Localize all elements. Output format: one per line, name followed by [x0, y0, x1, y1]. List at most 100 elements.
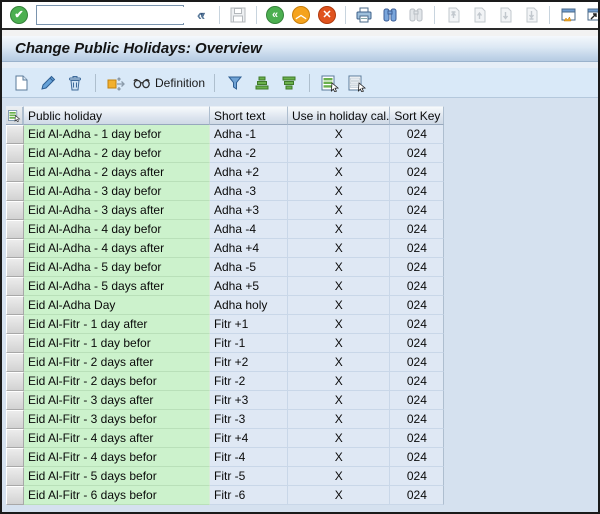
cell-short-text[interactable]: Adha +5	[210, 277, 288, 296]
cell-short-text[interactable]: Adha -4	[210, 220, 288, 239]
row-selector[interactable]	[6, 239, 24, 258]
cell-public-holiday[interactable]: Eid Al-Adha Day	[24, 296, 210, 315]
new-session-button[interactable]	[557, 4, 579, 26]
row-selector[interactable]	[6, 353, 24, 372]
cell-public-holiday[interactable]: Eid Al-Fitr - 4 days after	[24, 429, 210, 448]
row-selector[interactable]	[6, 144, 24, 163]
choose-detail-button[interactable]	[105, 72, 127, 94]
create-button[interactable]	[10, 72, 32, 94]
first-page-button[interactable]	[442, 4, 464, 26]
column-header-short-text[interactable]: Short text	[210, 106, 288, 125]
set-filter-button[interactable]	[224, 72, 246, 94]
next-page-button[interactable]	[494, 4, 516, 26]
cell-public-holiday[interactable]: Eid Al-Adha - 5 day befor	[24, 258, 210, 277]
command-input[interactable]	[37, 7, 198, 23]
cell-public-holiday[interactable]: Eid Al-Adha - 5 days after	[24, 277, 210, 296]
cell-use-in-holiday-cal[interactable]: X	[288, 239, 391, 258]
cell-short-text[interactable]: Fitr -4	[210, 448, 288, 467]
cell-public-holiday[interactable]: Eid Al-Adha - 2 day befor	[24, 144, 210, 163]
row-selector[interactable]	[6, 315, 24, 334]
column-header-public-holiday[interactable]: Public holiday	[24, 106, 210, 125]
cell-sort-key[interactable]: 024	[390, 220, 445, 239]
cell-short-text[interactable]: Fitr -3	[210, 410, 288, 429]
deselect-all-button[interactable]	[346, 72, 368, 94]
row-selector[interactable]	[6, 163, 24, 182]
cell-sort-key[interactable]: 024	[390, 144, 445, 163]
row-selector[interactable]	[6, 429, 24, 448]
cell-public-holiday[interactable]: Eid Al-Adha - 3 day befor	[24, 182, 210, 201]
cell-sort-key[interactable]: 024	[390, 277, 445, 296]
cell-short-text[interactable]: Fitr -2	[210, 372, 288, 391]
delete-button[interactable]	[64, 72, 86, 94]
previous-page-button[interactable]	[468, 4, 490, 26]
row-selector[interactable]	[6, 182, 24, 201]
cell-public-holiday[interactable]: Eid Al-Adha - 4 day befor	[24, 220, 210, 239]
cell-sort-key[interactable]: 024	[390, 296, 445, 315]
cell-use-in-holiday-cal[interactable]: X	[288, 277, 391, 296]
cell-sort-key[interactable]: 024	[390, 429, 445, 448]
cell-public-holiday[interactable]: Eid Al-Fitr - 2 days befor	[24, 372, 210, 391]
row-selector[interactable]	[6, 410, 24, 429]
row-selector[interactable]	[6, 201, 24, 220]
enter-button[interactable]: ✔	[8, 4, 30, 26]
cell-short-text[interactable]: Adha -5	[210, 258, 288, 277]
create-shortcut-button[interactable]	[583, 4, 598, 26]
cell-sort-key[interactable]: 024	[390, 410, 445, 429]
column-header-sort-key[interactable]: Sort Key	[390, 106, 445, 125]
cell-short-text[interactable]: Adha -3	[210, 182, 288, 201]
cell-sort-key[interactable]: 024	[390, 201, 445, 220]
row-selector[interactable]	[6, 258, 24, 277]
cell-public-holiday[interactable]: Eid Al-Fitr - 1 day befor	[24, 334, 210, 353]
back-button[interactable]: «	[264, 4, 286, 26]
cell-short-text[interactable]: Fitr +1	[210, 315, 288, 334]
cell-use-in-holiday-cal[interactable]: X	[288, 372, 391, 391]
cell-use-in-holiday-cal[interactable]: X	[288, 448, 391, 467]
find-button[interactable]	[379, 4, 401, 26]
sort-descending-button[interactable]	[278, 72, 300, 94]
cell-public-holiday[interactable]: Eid Al-Fitr - 3 days after	[24, 391, 210, 410]
cell-sort-key[interactable]: 024	[390, 353, 445, 372]
cell-use-in-holiday-cal[interactable]: X	[288, 163, 391, 182]
row-selector[interactable]	[6, 125, 24, 144]
cell-short-text[interactable]: Adha -1	[210, 125, 288, 144]
row-selector[interactable]	[6, 467, 24, 486]
cell-use-in-holiday-cal[interactable]: X	[288, 182, 391, 201]
row-selector[interactable]	[6, 277, 24, 296]
select-all-corner-cell[interactable]	[6, 106, 24, 125]
cell-public-holiday[interactable]: Eid Al-Fitr - 2 days after	[24, 353, 210, 372]
cell-use-in-holiday-cal[interactable]: X	[288, 353, 391, 372]
cell-sort-key[interactable]: 024	[390, 448, 445, 467]
cell-public-holiday[interactable]: Eid Al-Adha - 4 days after	[24, 239, 210, 258]
cell-use-in-holiday-cal[interactable]: X	[288, 144, 391, 163]
cell-short-text[interactable]: Fitr -1	[210, 334, 288, 353]
row-selector[interactable]	[6, 372, 24, 391]
cell-sort-key[interactable]: 024	[390, 163, 445, 182]
cell-short-text[interactable]: Fitr -6	[210, 486, 288, 505]
cell-short-text[interactable]: Fitr +2	[210, 353, 288, 372]
cell-public-holiday[interactable]: Eid Al-Fitr - 3 days befor	[24, 410, 210, 429]
cell-sort-key[interactable]: 024	[390, 391, 445, 410]
cell-sort-key[interactable]: 024	[390, 182, 445, 201]
cell-short-text[interactable]: Fitr +3	[210, 391, 288, 410]
cell-use-in-holiday-cal[interactable]: X	[288, 315, 391, 334]
row-selector[interactable]	[6, 296, 24, 315]
select-all-button[interactable]	[319, 72, 341, 94]
cell-use-in-holiday-cal[interactable]: X	[288, 467, 391, 486]
cell-use-in-holiday-cal[interactable]: X	[288, 201, 391, 220]
cell-public-holiday[interactable]: Eid Al-Fitr - 6 days befor	[24, 486, 210, 505]
cell-use-in-holiday-cal[interactable]: X	[288, 258, 391, 277]
cell-sort-key[interactable]: 024	[390, 486, 445, 505]
cell-use-in-holiday-cal[interactable]: X	[288, 125, 391, 144]
cell-public-holiday[interactable]: Eid Al-Fitr - 4 days befor	[24, 448, 210, 467]
cell-use-in-holiday-cal[interactable]: X	[288, 334, 391, 353]
cell-short-text[interactable]: Fitr -5	[210, 467, 288, 486]
cell-use-in-holiday-cal[interactable]: X	[288, 486, 391, 505]
cell-short-text[interactable]: Adha +3	[210, 201, 288, 220]
cell-short-text[interactable]: Fitr +4	[210, 429, 288, 448]
cancel-button[interactable]: ✕	[316, 4, 338, 26]
collapse-command-button[interactable]: «	[190, 4, 212, 26]
cell-short-text[interactable]: Adha +2	[210, 163, 288, 182]
row-selector[interactable]	[6, 486, 24, 505]
save-button[interactable]	[227, 4, 249, 26]
cell-sort-key[interactable]: 024	[390, 334, 445, 353]
